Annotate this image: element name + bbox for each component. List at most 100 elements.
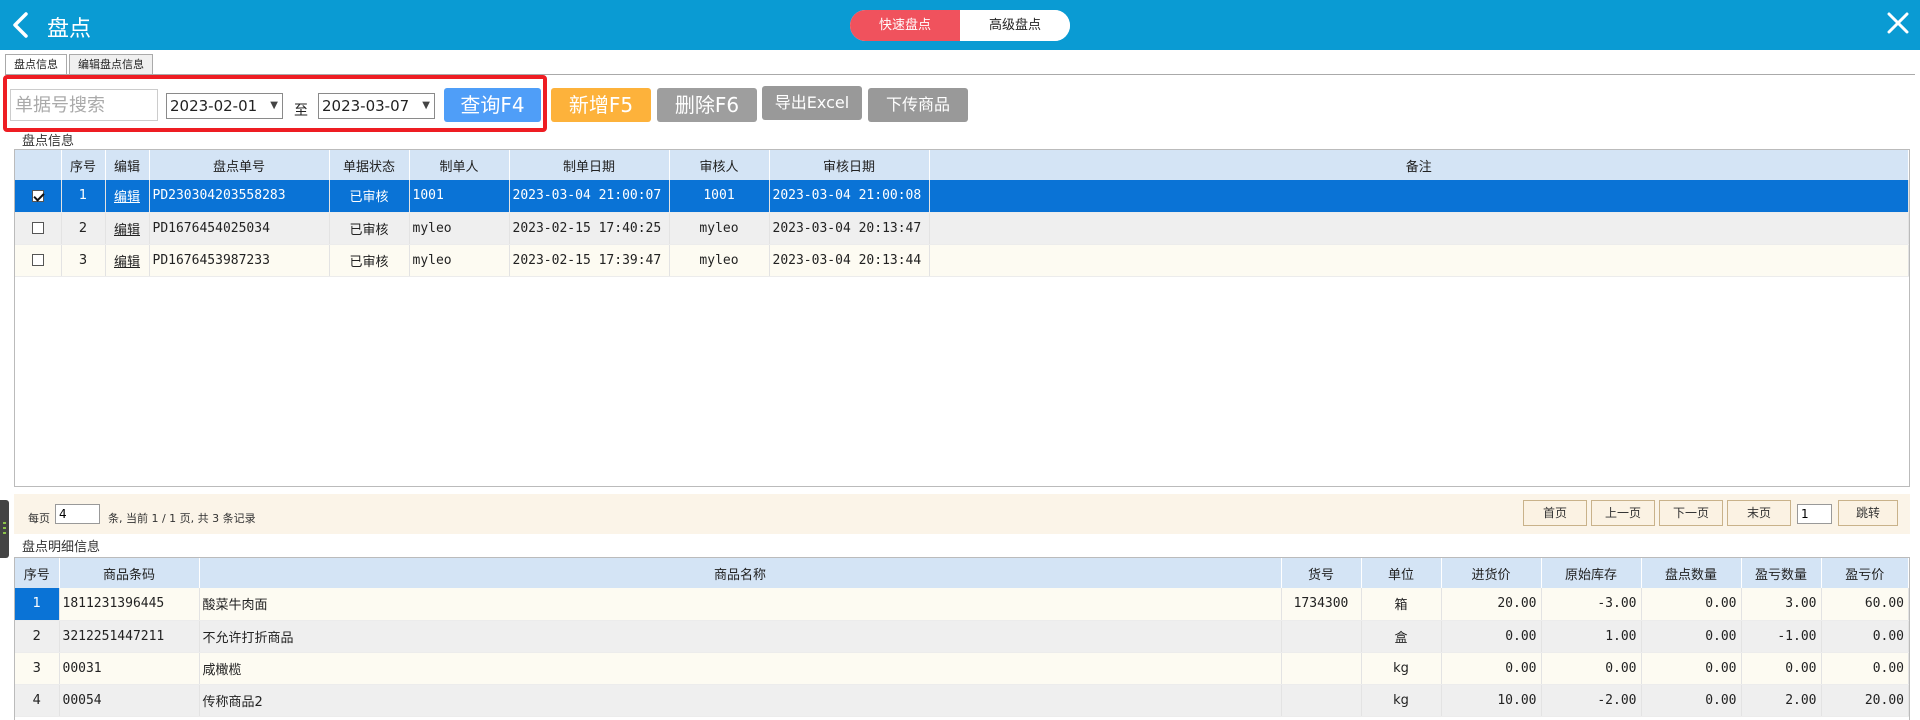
column-header[interactable]: 审核日期: [769, 150, 930, 180]
tab-edit-count-info[interactable]: 编辑盘点信息: [69, 54, 153, 74]
product-barcode: 00031: [59, 652, 200, 685]
order-maker: myleo: [409, 212, 510, 245]
first-page-button[interactable]: 首页: [1523, 500, 1587, 526]
make-date: 2023-03-04 21:00:07: [509, 180, 670, 213]
column-header[interactable]: 备注: [929, 150, 1909, 180]
original-stock: 0.00: [1541, 652, 1642, 685]
checkbox[interactable]: [31, 254, 44, 266]
original-stock: 1.00: [1541, 620, 1642, 653]
column-header[interactable]: 盘点单号: [149, 150, 330, 180]
order-number: PD1676453987233: [149, 244, 330, 277]
query-button[interactable]: 查询F4: [444, 88, 541, 122]
column-header[interactable]: 单位: [1361, 558, 1442, 588]
delete-button[interactable]: 删除F6: [657, 88, 757, 122]
quick-count-mode-button[interactable]: 快速盘点: [850, 10, 960, 41]
upload-products-button[interactable]: 下传商品: [868, 88, 968, 122]
row-index: 2: [61, 212, 106, 245]
column-header[interactable]: 盈亏数量: [1741, 558, 1822, 588]
table-row[interactable]: 3 编辑 PD1676453987233 已审核 myleo 2023-02-1…: [15, 244, 1909, 277]
make-date: 2023-02-15 17:40:25: [509, 212, 670, 245]
chevron-down-icon: ▼: [270, 100, 278, 111]
column-header[interactable]: 盈亏价: [1821, 558, 1909, 588]
row-checkbox-cell[interactable]: [15, 180, 62, 213]
page-title: 盘点: [47, 17, 92, 42]
counted-quantity: 0.00: [1641, 588, 1742, 621]
edit-link-text[interactable]: 编辑: [114, 190, 140, 205]
table-row[interactable]: 1 编辑 PD230304203558283 已审核 1001 2023-03-…: [15, 180, 1909, 213]
column-header[interactable]: 货号: [1281, 558, 1362, 588]
per-page-input[interactable]: [55, 504, 100, 524]
column-header[interactable]: 盘点数量: [1641, 558, 1742, 588]
details-header-row: 序号 商品条码 商品名称 货号 单位 进货价 原始库存 盘点数量 盈亏数量 盈亏…: [15, 558, 1909, 588]
diff-quantity: 0.00: [1741, 652, 1822, 685]
tab-bar: 盘点信息 编辑盘点信息: [5, 54, 155, 74]
column-header[interactable]: 商品条码: [59, 558, 200, 588]
order-number: PD230304203558283: [149, 180, 330, 213]
column-header[interactable]: 编辑: [105, 150, 150, 180]
table-row[interactable]: 2 编辑 PD1676454025034 已审核 myleo 2023-02-1…: [15, 212, 1909, 245]
pagination-bar: 每页 条, 当前 1 / 1 页, 共 3 条记录 首页 上一页 下一页 末页 …: [14, 494, 1910, 534]
edit-link[interactable]: 编辑: [105, 212, 150, 245]
side-drag-handle[interactable]: [0, 500, 9, 558]
details-grid: 序号 商品条码 商品名称 货号 单位 进货价 原始库存 盘点数量 盈亏数量 盈亏…: [14, 557, 1910, 720]
column-header[interactable]: 进货价: [1441, 558, 1542, 588]
diff-quantity: 3.00: [1741, 588, 1822, 621]
tab-count-info[interactable]: 盘点信息: [5, 54, 67, 74]
add-button[interactable]: 新增F5: [551, 88, 651, 122]
page-number-input[interactable]: [1797, 504, 1832, 524]
column-header[interactable]: 序号: [15, 558, 60, 588]
table-row[interactable]: 4 00054 传称商品2 kg 10.00 -2.00 0.00 2.00 2…: [15, 684, 1909, 717]
column-header[interactable]: 单据状态: [329, 150, 410, 180]
checkbox-checked[interactable]: [31, 189, 44, 202]
start-date-value: 2023-02-01: [170, 97, 258, 115]
row-checkbox-cell[interactable]: [15, 212, 62, 245]
edit-link[interactable]: 编辑: [105, 180, 150, 213]
prev-page-button[interactable]: 上一页: [1591, 500, 1655, 526]
edit-link-text[interactable]: 编辑: [114, 255, 140, 270]
diff-price: 0.00: [1821, 620, 1909, 653]
product-barcode: 00054: [59, 684, 200, 717]
column-header[interactable]: 序号: [61, 150, 106, 180]
checkbox[interactable]: [31, 222, 44, 234]
table-row[interactable]: 3 00031 咸橄榄 kg 0.00 0.00 0.00 0.00 0.00: [15, 652, 1909, 685]
auditor: myleo: [669, 212, 770, 245]
back-arrow-icon[interactable]: [10, 12, 32, 38]
chevron-down-icon: ▼: [422, 100, 430, 111]
close-icon[interactable]: [1886, 11, 1910, 35]
order-number-search-input[interactable]: [10, 89, 158, 121]
make-date: 2023-02-15 17:39:47: [509, 244, 670, 277]
audit-date: 2023-03-04 20:13:47: [769, 212, 930, 245]
start-date-picker[interactable]: 2023-02-01 ▼: [166, 93, 283, 119]
details-section-label: 盘点明细信息: [22, 540, 101, 555]
column-header[interactable]: 原始库存: [1541, 558, 1642, 588]
table-row[interactable]: 2 3212251447211 不允许打折商品 盒 0.00 1.00 0.00…: [15, 620, 1909, 653]
product-item-no: 1734300: [1281, 588, 1362, 621]
auditor: myleo: [669, 244, 770, 277]
export-excel-button[interactable]: 导出Excel: [762, 86, 862, 120]
row-index: 4: [15, 684, 60, 717]
row-checkbox-cell[interactable]: [15, 244, 62, 277]
end-date-value: 2023-03-07: [322, 97, 410, 115]
order-status: 已审核: [329, 244, 410, 277]
last-page-button[interactable]: 末页: [1727, 500, 1791, 526]
edit-link-text[interactable]: 编辑: [114, 223, 140, 238]
product-name: 不允许打折商品: [199, 620, 1282, 653]
column-header[interactable]: 制单日期: [509, 150, 670, 180]
column-header[interactable]: 制单人: [409, 150, 510, 180]
counted-quantity: 0.00: [1641, 620, 1742, 653]
table-row[interactable]: 1 1811231396445 酸菜牛肉面 1734300 箱 20.00 -3…: [15, 588, 1909, 621]
jump-button[interactable]: 跳转: [1838, 500, 1898, 526]
product-barcode: 3212251447211: [59, 620, 200, 653]
end-date-picker[interactable]: 2023-03-07 ▼: [318, 93, 435, 119]
original-stock: -2.00: [1541, 684, 1642, 717]
orders-header-row: 序号 编辑 盘点单号 单据状态 制单人 制单日期 审核人 审核日期 备注: [15, 150, 1909, 180]
edit-link[interactable]: 编辑: [105, 244, 150, 277]
order-note: [929, 212, 1909, 245]
column-header[interactable]: 商品名称: [199, 558, 1282, 588]
column-header[interactable]: 审核人: [669, 150, 770, 180]
next-page-button[interactable]: 下一页: [1659, 500, 1723, 526]
advanced-count-mode-button[interactable]: 高级盘点: [960, 10, 1070, 41]
diff-price: 20.00: [1821, 684, 1909, 717]
date-range-separator: 至: [294, 103, 308, 119]
diff-price: 0.00: [1821, 652, 1909, 685]
